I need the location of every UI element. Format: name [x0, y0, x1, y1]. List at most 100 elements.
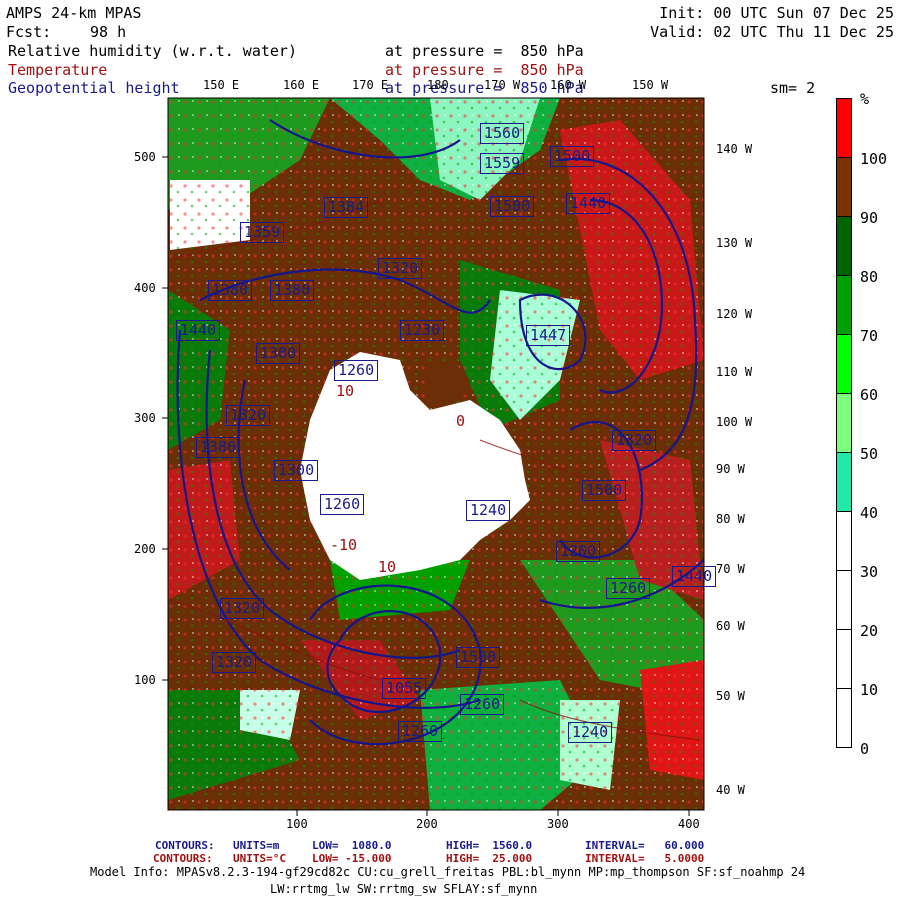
- height-contour-value: 1260: [334, 360, 379, 381]
- y-tick-label: 300: [134, 411, 156, 425]
- colorbar-tick-label: 40: [860, 504, 879, 522]
- height-contour-value: 1560: [480, 123, 525, 144]
- temperature-contour-value: -10: [330, 536, 358, 554]
- height-contour-value: 1260: [606, 578, 651, 599]
- rh-field: [168, 98, 704, 810]
- field-rh-name: Relative humidity (w.r.t. water): [8, 42, 297, 60]
- colorbar-tick-label: 100: [860, 150, 888, 168]
- lon-label-right: 100 W: [716, 415, 753, 429]
- height-contour-value: 1500: [456, 647, 501, 668]
- lon-label-right: 140 W: [716, 142, 753, 156]
- colorbar-tick-label: 80: [860, 268, 879, 286]
- model-title: AMPS 24-km MPAS: [6, 4, 142, 22]
- lon-label-right: 130 W: [716, 236, 753, 250]
- x-tick-label: 400: [678, 817, 700, 831]
- lon-label-top: 160 W: [550, 78, 587, 92]
- lon-label-right: 120 W: [716, 307, 753, 321]
- smoothing-label: sm= 2: [770, 79, 816, 97]
- height-contour-value: 1320: [220, 598, 265, 619]
- x-tick-label: 300: [547, 817, 569, 831]
- height-contour-value: 1359: [240, 222, 285, 243]
- colorbar-tick-label: 70: [860, 327, 879, 345]
- height-contour-value: 1380: [270, 280, 315, 301]
- field-temp-level: at pressure = 850 hPa: [385, 61, 584, 79]
- height-contour-low: LOW= 1080.0: [312, 839, 392, 852]
- colorbar-band: [836, 452, 852, 512]
- colorbar-tick-label: 0: [860, 740, 870, 758]
- colorbar-band: [836, 629, 852, 689]
- temp-contour-units: UNITS=°C: [233, 852, 286, 865]
- colorbar-band: [836, 570, 852, 630]
- height-contour-value: 1320: [378, 258, 423, 279]
- forecast-label: Fcst:: [6, 23, 52, 41]
- forecast-value: 98 h: [90, 23, 127, 41]
- height-contour-value: 1500: [550, 146, 595, 167]
- map-canvas: [162, 97, 705, 816]
- temperature-contour-value: 10: [336, 382, 355, 400]
- x-tick-label: 200: [416, 817, 438, 831]
- height-contour-value: 1260: [398, 721, 443, 742]
- colorbar-tick-label: 50: [860, 445, 879, 463]
- colorbar-band: [836, 216, 852, 276]
- height-contour-value: 1500: [582, 480, 627, 501]
- colorbar-band: [836, 688, 852, 748]
- height-contour-value: 1200: [556, 541, 601, 562]
- height-contour-value: 1320: [212, 652, 257, 673]
- temp-contour-low: LOW= -15.000: [312, 852, 392, 865]
- height-contour-interval: INTERVAL= 60.000: [585, 839, 705, 852]
- lon-label-top: 180: [427, 78, 449, 92]
- height-contour-units: UNITS=m: [233, 839, 280, 852]
- init-time: Init: 00 UTC Sun 07 Dec 25: [659, 4, 894, 22]
- height-contour-value: 1320: [612, 430, 657, 451]
- height-contour-value: 1440: [176, 320, 221, 341]
- height-contour-value: 1447: [526, 325, 571, 346]
- height-contour-value: 1240: [568, 722, 613, 743]
- colorbar-tick-label: 30: [860, 563, 879, 581]
- y-tick-label: 500: [134, 150, 156, 164]
- height-contour-value: 1300: [274, 460, 319, 481]
- y-tick-label: 400: [134, 281, 156, 295]
- colorbar-tick-label: 20: [860, 622, 879, 640]
- colorbar-band: [836, 275, 852, 335]
- field-height-name: Geopotential height: [8, 79, 180, 97]
- lon-label-right: 80 W: [716, 512, 745, 526]
- colorbar-band: [836, 98, 852, 158]
- y-tick-label: 100: [134, 673, 156, 687]
- colorbar-tick-label: 90: [860, 209, 879, 227]
- lon-label-right: 50 W: [716, 689, 745, 703]
- height-contour-value: 1240: [466, 500, 511, 521]
- model-info-line-1: Model Info: MPASv8.2.3-194-gf29cd82c CU:…: [90, 865, 806, 879]
- lon-label-top: 150 W: [632, 78, 669, 92]
- height-contour-value: 1380: [196, 437, 241, 458]
- temperature-contour-value: 10: [378, 558, 397, 576]
- colorbar-tick-label: 60: [860, 386, 879, 404]
- height-contour-value: 1320: [226, 405, 271, 426]
- temp-contour-interval: INTERVAL= 5.0000: [585, 852, 705, 865]
- height-contour-high: HIGH= 1560.0: [446, 839, 533, 852]
- height-contour-value: 1260: [320, 494, 365, 515]
- colorbar-unit: %: [860, 90, 870, 108]
- height-contour-value: 1055: [382, 678, 427, 699]
- temp-contour-high: HIGH= 25.000: [446, 852, 533, 865]
- temp-contour-label: CONTOURS:: [153, 852, 213, 865]
- x-tick-label: 100: [286, 817, 308, 831]
- height-contour-value: 1559: [480, 153, 525, 174]
- lon-label-top: 170 W: [484, 78, 521, 92]
- height-contour-value: 1300: [256, 343, 301, 364]
- lon-label-top: 150 E: [203, 78, 240, 92]
- colorbar-band: [836, 511, 852, 571]
- height-contour-value: 1500: [490, 196, 535, 217]
- colorbar-band: [836, 393, 852, 453]
- field-temp-name: Temperature: [8, 61, 108, 79]
- colorbar-band: [836, 157, 852, 217]
- temperature-contour-value: 0: [456, 412, 466, 430]
- lon-label-right: 60 W: [716, 619, 745, 633]
- height-contour-value: 1440: [566, 193, 611, 214]
- model-info-line-2: LW:rrtmg_lw SW:rrtmg_sw SFLAY:sf_mynn: [270, 882, 538, 896]
- lon-label-right: 40 W: [716, 783, 745, 797]
- height-contour-value: 1384: [324, 197, 369, 218]
- y-tick-label: 200: [134, 542, 156, 556]
- colorbar-band: [836, 334, 852, 394]
- height-contour-value: 1380: [208, 280, 253, 301]
- lon-label-right: 110 W: [716, 365, 753, 379]
